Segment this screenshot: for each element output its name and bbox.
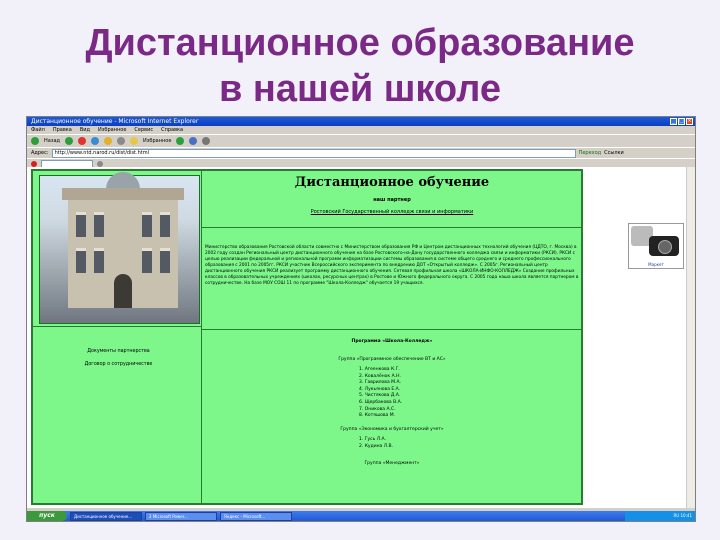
print-icon[interactable] bbox=[202, 137, 211, 145]
home-icon[interactable] bbox=[104, 137, 113, 145]
side-advertisement[interactable]: Маркет bbox=[628, 223, 684, 269]
search-icon[interactable] bbox=[117, 137, 126, 145]
system-tray-clock: RU 10:41 bbox=[625, 511, 695, 521]
close-button[interactable]: × bbox=[686, 118, 693, 125]
browser-content: Дистанционное обучение наш партнер Росто… bbox=[27, 167, 695, 508]
browser-screenshot: Дистанционное обучение - Microsoft Inter… bbox=[26, 116, 696, 522]
menu-help[interactable]: Справка bbox=[161, 126, 183, 134]
group3-title: Группа «Менеджмент» bbox=[364, 461, 420, 466]
yandex-icon bbox=[31, 160, 37, 167]
webpage: Дистанционное обучение наш партнер Росто… bbox=[31, 169, 583, 505]
group2-title: Группа «Экономика и бухгалтерский учет» bbox=[340, 427, 444, 432]
taskbar-item-powerpoint[interactable]: 2 Microsoft Power... bbox=[145, 511, 217, 521]
back-label[interactable]: Назад bbox=[44, 138, 60, 144]
minimize-button[interactable]: _ bbox=[670, 118, 677, 125]
window-title: Дистанционное обучение - Microsoft Inter… bbox=[31, 118, 199, 125]
list-item: 2. Кудина Л.В. bbox=[359, 443, 394, 449]
list-item: 6. Щербакова В.А. bbox=[359, 399, 403, 405]
group1-list: 1. Агеенкова К.Г. 2. Ковалёнок А.Н. 3. Г… bbox=[359, 367, 402, 420]
documents-link[interactable]: Документы партнерства bbox=[39, 349, 198, 354]
vertical-scrollbar[interactable] bbox=[686, 167, 695, 508]
list-item: 3. Гаврилова М.А. bbox=[359, 380, 401, 386]
program-title: Программа «Школа-Колледж» bbox=[351, 339, 433, 344]
ad-label[interactable]: Маркет bbox=[629, 262, 683, 267]
menu-view[interactable]: Вид bbox=[80, 126, 90, 134]
list-item: 8. Котяшова М. bbox=[359, 413, 396, 419]
list-item: 1. Гусь Л.А. bbox=[359, 437, 387, 442]
slide-title-line1: Дистанционное образование bbox=[85, 22, 635, 64]
menu-bar: Файл Правка Вид Избранное Сервис Справка bbox=[27, 126, 695, 134]
taskbar-item-ie[interactable]: Дистанционное обучение... bbox=[70, 511, 142, 521]
menu-tools[interactable]: Сервис bbox=[134, 126, 153, 134]
stop-icon[interactable] bbox=[78, 137, 87, 145]
refresh-icon[interactable] bbox=[91, 137, 100, 145]
address-field[interactable]: http://www.ntd.narod.ru/dist/dist.html bbox=[51, 148, 576, 158]
links-label[interactable]: Ссылки bbox=[604, 150, 624, 156]
school-building-photo bbox=[39, 172, 200, 324]
toolbar: Назад Избранное bbox=[27, 134, 695, 147]
camera-icon bbox=[649, 236, 679, 256]
mail-icon[interactable] bbox=[189, 137, 198, 145]
intro-paragraph: Министерство образования Ростовской обла… bbox=[205, 245, 579, 286]
slide-title: Дистанционное образование в нашей школе bbox=[0, 20, 720, 112]
page-heading: Дистанционное обучение bbox=[294, 175, 490, 190]
partner-name-link[interactable]: Ростовский Государственный колледж связи… bbox=[203, 209, 581, 215]
address-label: Адрес: bbox=[31, 150, 49, 156]
address-bar: Адрес: http://www.ntd.narod.ru/dist/dist… bbox=[27, 147, 695, 158]
window-titlebar: Дистанционное обучение - Microsoft Inter… bbox=[27, 117, 695, 126]
partner-label: наш партнер bbox=[373, 197, 411, 203]
window-controls: _ □ × bbox=[670, 118, 693, 125]
slide-title-line2: в нашей школе bbox=[219, 68, 501, 110]
group1-title: Группа «Программное обеспечение ВТ и АС» bbox=[338, 357, 446, 362]
menu-file[interactable]: Файл bbox=[31, 126, 45, 134]
start-button[interactable]: пуск bbox=[27, 511, 67, 521]
list-item: 1. Агеенкова К.Г. bbox=[359, 367, 400, 372]
taskbar-item-yandex[interactable]: Яндекс - Microsoft... bbox=[220, 511, 292, 521]
maximize-button[interactable]: □ bbox=[678, 118, 685, 125]
go-button[interactable]: Переход bbox=[579, 150, 602, 156]
media-icon[interactable] bbox=[176, 137, 185, 145]
back-icon[interactable] bbox=[31, 137, 39, 145]
settings-icon[interactable] bbox=[97, 160, 103, 167]
taskbar: пуск Дистанционное обучение... 2 Microso… bbox=[27, 511, 695, 521]
favorites-label[interactable]: Избранное bbox=[143, 138, 171, 144]
menu-favorites[interactable]: Избранное bbox=[98, 126, 126, 134]
group2-list: 1. Гусь Л.А. 2. Кудина Л.В. bbox=[359, 437, 393, 450]
list-item: 5. Чистякова Д.А. bbox=[359, 393, 401, 399]
favorites-star-icon[interactable] bbox=[130, 137, 139, 145]
menu-edit[interactable]: Правка bbox=[53, 126, 72, 134]
forward-icon[interactable] bbox=[65, 137, 74, 145]
agreement-link[interactable]: Договор о сотрудничестве bbox=[39, 362, 198, 367]
